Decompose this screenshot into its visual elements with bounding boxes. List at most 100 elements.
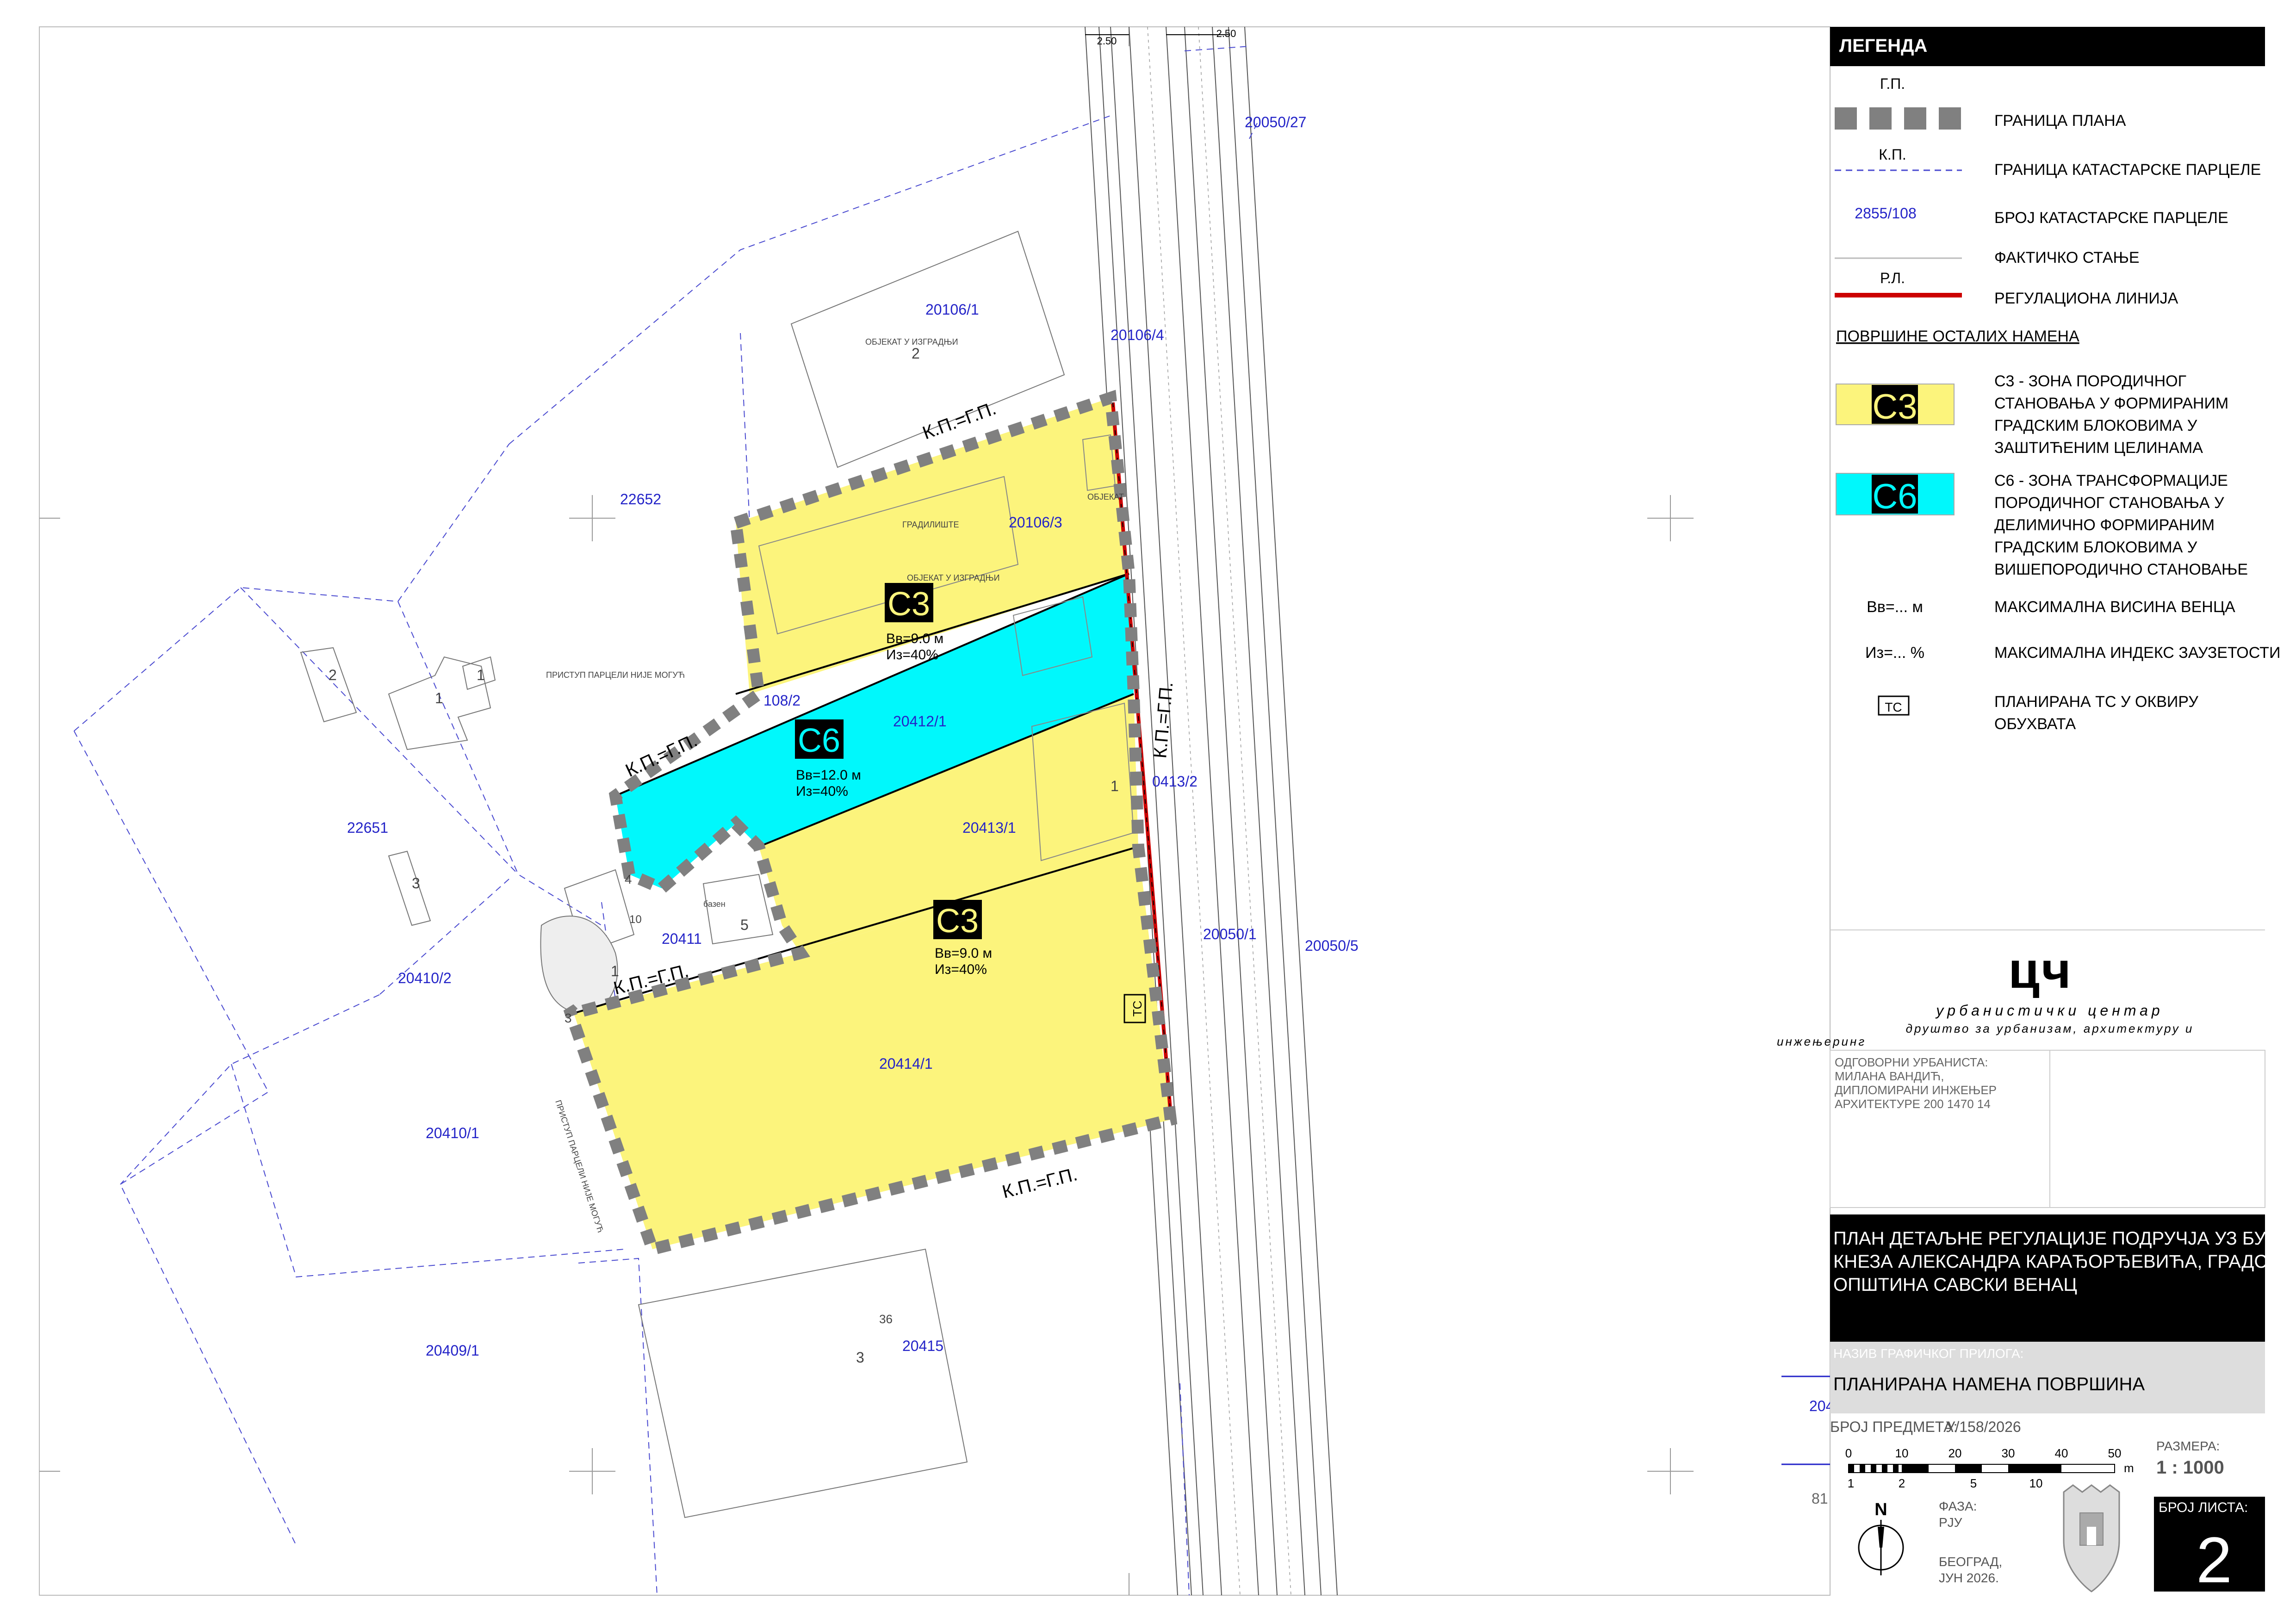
svg-text:ПОРОДИЧНОГ СТАНОВАЊА У: ПОРОДИЧНОГ СТАНОВАЊА У: [1994, 494, 2224, 512]
svg-text:4: 4: [625, 872, 632, 886]
parcel-label: 108/2: [763, 692, 800, 709]
coat-of-arms: [2063, 1484, 2120, 1592]
svg-text:Вв=9.0 м: Вв=9.0 м: [935, 946, 992, 961]
svg-text:ПРИСТУП ПАРЦЕЛИ НИЈЕ МОГУЋ: ПРИСТУП ПАРЦЕЛИ НИЈЕ МОГУЋ: [546, 670, 685, 680]
svg-text:10: 10: [2029, 1476, 2043, 1490]
svg-text:К.П.=Г.П.: К.П.=Г.П.: [1150, 681, 1177, 759]
svg-text:2: 2: [1899, 1476, 1905, 1490]
svg-text:ЈУН 2026.: ЈУН 2026.: [1939, 1571, 1999, 1585]
svg-text:РЕГУЛАЦИОНА ЛИНИЈА: РЕГУЛАЦИОНА ЛИНИЈА: [1994, 290, 2178, 307]
svg-text:У/158/2026: У/158/2026: [1946, 1419, 2021, 1435]
svg-text:36: 36: [879, 1312, 893, 1326]
road-width-left: 2.50: [1097, 35, 1117, 47]
svg-text:РЈУ: РЈУ: [1939, 1515, 1962, 1530]
svg-text:1: 1: [477, 667, 485, 683]
svg-text:Вв=... м: Вв=... м: [1867, 598, 1923, 616]
svg-text:КНЕЗА АЛЕКСАНДРА КАРАЂОРЂЕВИЋА: КНЕЗА АЛЕКСАНДРА КАРАЂОРЂЕВИЋА, ГРАДСКА: [1833, 1251, 2291, 1272]
svg-text:ГРАДИЛИШТЕ: ГРАДИЛИШТЕ: [902, 520, 959, 529]
svg-text:Р.Л.: Р.Л.: [1880, 270, 1905, 286]
svg-text:Из=40%: Из=40%: [886, 647, 938, 663]
svg-text:3: 3: [856, 1349, 864, 1366]
sheet-number: 2: [2196, 1524, 2232, 1596]
svg-text:Из=40%: Из=40%: [935, 962, 987, 977]
svg-text:5: 5: [740, 917, 749, 933]
parcel-label: 20106/3: [1009, 514, 1062, 531]
svg-text:ДЕЛИМИЧНО ФОРМИРАНИМ: ДЕЛИМИЧНО ФОРМИРАНИМ: [1994, 516, 2215, 534]
parcel-label: 20050/1: [1203, 926, 1257, 942]
svg-text:С3: С3: [887, 586, 930, 623]
parcel-label: 20411: [662, 930, 702, 947]
parcel-label: 22652: [620, 491, 661, 508]
parcel-label: 20410/2: [398, 970, 452, 986]
sheet-fragment: 81: [1812, 1490, 1828, 1507]
boulevard-axis: [1147, 26, 1291, 1596]
parcel-label: 20412/1: [893, 713, 947, 730]
svg-text:С6: С6: [1872, 477, 1917, 516]
svg-text:2855/108: 2855/108: [1855, 205, 1916, 222]
org-logo: цч: [2008, 942, 2073, 999]
parcel-label: 20415: [902, 1338, 943, 1354]
svg-text:АРХИТЕКТУРЕ 200 1470 14: АРХИТЕКТУРЕ 200 1470 14: [1835, 1097, 1991, 1111]
svg-text:РАЗМЕРА:: РАЗМЕРА:: [2156, 1439, 2220, 1453]
svg-text:20: 20: [1948, 1446, 1962, 1460]
svg-text:ЗАШТИЋЕНИМ ЦЕЛИНАМА: ЗАШТИЋЕНИМ ЦЕЛИНАМА: [1994, 439, 2203, 457]
legend-panel: ЛЕГЕНДА Г.П. ГРАНИЦА ПЛАНА К.П. ГРАНИЦА …: [1830, 27, 2280, 733]
svg-text:ДИПЛОМИРАНИ ИНЖЕЊЕР: ДИПЛОМИРАНИ ИНЖЕЊЕР: [1835, 1083, 1997, 1097]
svg-text:ПЛАНИРАНА НАМЕНА ПОВРШИНА: ПЛАНИРАНА НАМЕНА ПОВРШИНА: [1833, 1374, 2145, 1394]
svg-text:БРОЈ ПРЕДМЕТА:: БРОЈ ПРЕДМЕТА:: [1830, 1419, 1958, 1435]
svg-text:Вв=12.0 м: Вв=12.0 м: [796, 768, 861, 783]
scale-bar: 0 10 20 30 40 50 m 1 2 5 10: [1845, 1446, 2134, 1490]
svg-text:ФАКТИЧКО СТАЊЕ: ФАКТИЧКО СТАЊЕ: [1994, 249, 2140, 266]
parcel-label: 0413/2: [1152, 773, 1198, 790]
parcel-label: 20414/1: [879, 1055, 933, 1072]
svg-text:3: 3: [412, 875, 420, 892]
svg-text:m: m: [2124, 1461, 2134, 1475]
svg-text:ОБЈЕКАТ У ИЗГРАДЊИ: ОБЈЕКАТ У ИЗГРАДЊИ: [907, 573, 1000, 582]
svg-text:БЕОГРАД,: БЕОГРАД,: [1939, 1555, 2002, 1569]
svg-text:1 : 1000: 1 : 1000: [2156, 1457, 2224, 1478]
svg-text:0: 0: [1845, 1446, 1852, 1460]
svg-text:2: 2: [912, 345, 920, 362]
svg-text:ФАЗА:: ФАЗА:: [1939, 1499, 1977, 1513]
svg-text:БРОЈ ЛИСТА:: БРОЈ ЛИСТА:: [2159, 1500, 2248, 1515]
north-arrow: N: [1858, 1500, 1904, 1575]
svg-text:К.П.=Г.П.: К.П.=Г.П.: [1000, 1164, 1080, 1202]
svg-text:ОБУХВАТА: ОБУХВАТА: [1994, 715, 2076, 733]
svg-text:5: 5: [1970, 1476, 1977, 1490]
svg-text:С6 - ЗОНА ТРАНСФОРМАЦИЈЕ: С6 - ЗОНА ТРАНСФОРМАЦИЈЕ: [1994, 472, 2228, 489]
svg-text:Г.П.: Г.П.: [1880, 75, 1905, 92]
parcel-label: 20106/1: [925, 301, 979, 318]
svg-text:10: 10: [629, 913, 642, 926]
road-width-right: 2.50: [1216, 28, 1236, 39]
svg-text:1: 1: [611, 963, 619, 979]
parcel-label: 20106/4: [1111, 327, 1164, 343]
svg-text:ГРАДСКИМ БЛОКОВИМА У: ГРАДСКИМ БЛОКОВИМА У: [1994, 417, 2197, 434]
svg-text:Из=... %: Из=... %: [1865, 644, 1924, 662]
svg-text:С3: С3: [1872, 387, 1917, 427]
svg-text:ТС: ТС: [1130, 1001, 1144, 1017]
svg-text:СТАНОВАЊА У ФОРМИРАНИМ: СТАНОВАЊА У ФОРМИРАНИМ: [1994, 395, 2228, 412]
svg-text:друштво за урбанизам, архитект: друштво за урбанизам, архитектуру и: [1906, 1022, 2194, 1035]
svg-text:1: 1: [1111, 778, 1119, 794]
parcel-label: 20413/1: [962, 819, 1016, 836]
svg-text:1: 1: [435, 690, 443, 706]
svg-text:ГРАДСКИМ БЛОКОВИМА У: ГРАДСКИМ БЛОКОВИМА У: [1994, 539, 2197, 556]
svg-text:Вв=9.0 м: Вв=9.0 м: [886, 631, 943, 646]
title-block: цч урбанистички центар друштво за урбани…: [1777, 929, 2296, 1596]
svg-text:МИЛАНА ВАНДИЋ,: МИЛАНА ВАНДИЋ,: [1835, 1069, 1944, 1083]
svg-text:МАКСИМАЛНА ИНДЕКС ЗАУЗЕТОСТИ: МАКСИМАЛНА ИНДЕКС ЗАУЗЕТОСТИ: [1994, 644, 2280, 662]
parcel-label: 20409/1: [426, 1342, 479, 1359]
svg-text:30: 30: [2002, 1446, 2015, 1460]
parcel-label: 20050/5: [1305, 937, 1359, 954]
svg-text:1: 1: [1848, 1476, 1854, 1490]
access-label: ПРИСТУП ПАРЦЕЛИ НИЈЕ МОГУЋ: [553, 1099, 605, 1234]
svg-text:10: 10: [1895, 1446, 1909, 1460]
legend-title: ЛЕГЕНДА: [1839, 36, 1927, 56]
svg-text:ОДГОВОРНИ УРБАНИСТА:: ОДГОВОРНИ УРБАНИСТА:: [1835, 1055, 1988, 1069]
svg-text:инжењеринг: инжењеринг: [1777, 1035, 1866, 1048]
svg-text:базен: базен: [703, 899, 726, 909]
svg-text:Из=40%: Из=40%: [796, 784, 848, 799]
svg-text:ГРАНИЦА КАТАСТАРСКЕ ПАРЦЕЛЕ: ГРАНИЦА КАТАСТАРСКЕ ПАРЦЕЛЕ: [1994, 161, 2261, 179]
svg-text:НАЗИВ ГРАФИЧКОГ ПРИЛОГА:: НАЗИВ ГРАФИЧКОГ ПРИЛОГА:: [1833, 1346, 2023, 1361]
svg-text:ОБЈЕКАТ: ОБЈЕКАТ: [1087, 492, 1124, 502]
